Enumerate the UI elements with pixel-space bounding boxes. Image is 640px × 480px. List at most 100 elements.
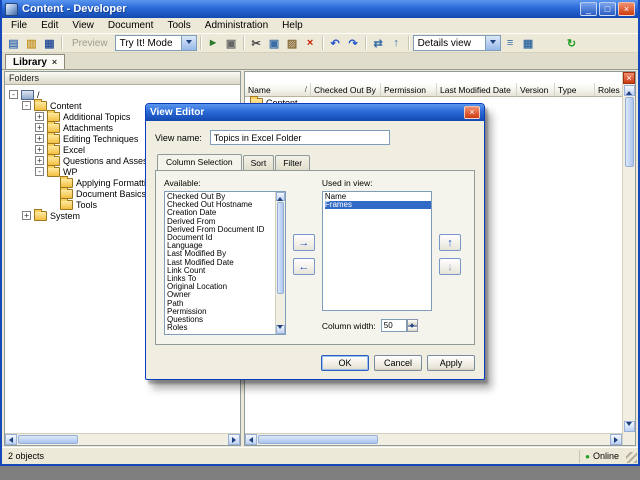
folder-icon [47,164,60,177]
tab-filter[interactable]: Filter [275,155,311,171]
remove-column-button[interactable]: ← [292,258,315,275]
list-hscrollbar[interactable] [245,433,622,445]
scroll-left-button[interactable] [245,434,257,445]
new-document-icon[interactable]: ▤ [5,35,22,51]
view-name-input[interactable] [209,130,390,145]
expander-plus-icon[interactable]: + [35,112,44,121]
pane-close-button[interactable]: × [623,72,635,84]
ok-button[interactable]: OK [321,355,369,371]
list-vscrollbar[interactable] [623,84,635,445]
minimize-button[interactable]: _ [580,2,597,16]
dialog-close-button[interactable]: × [464,106,480,119]
expander-plus-icon[interactable]: + [35,123,44,132]
tab-column-selection[interactable]: Column Selection [157,154,242,170]
online-label: Online [592,451,619,461]
copy-icon[interactable]: ▣ [266,35,283,51]
cut-icon[interactable]: ✂ [248,35,265,51]
move-up-button[interactable]: ↑ [439,234,461,251]
refresh-icon[interactable]: ↻ [563,35,580,51]
column-selection-panel: Available: Checked Out By Checked Out Ho… [155,170,475,345]
expander-minus-icon[interactable]: - [9,90,18,99]
details-view-combo[interactable]: Details view [412,35,501,51]
folders-hscrollbar[interactable] [5,433,240,445]
available-scrollbar[interactable] [274,192,285,334]
column-header-checked-out-by[interactable]: Checked Out By [311,83,381,97]
list-item[interactable]: Owner [167,291,275,299]
chevron-down-icon[interactable] [180,36,196,50]
menu-document[interactable]: Document [101,19,161,32]
paste-icon[interactable]: ▨ [284,35,301,51]
used-listbox[interactable]: Name Frames [321,191,432,311]
menu-file[interactable]: File [4,19,34,32]
tree-item-label: Attachments [63,122,114,133]
move-down-button[interactable]: ↓ [439,258,461,275]
chevron-down-icon[interactable] [484,36,500,50]
scroll-thumb[interactable] [18,435,78,444]
list-item[interactable]: Roles [167,324,275,332]
list-side-rail: × [622,72,635,445]
preview-button[interactable]: Preview [66,38,114,49]
menu-tools[interactable]: Tools [160,19,197,32]
status-online-indicator: ● Online [579,449,624,463]
expander-plus-icon[interactable]: + [35,134,44,143]
column-header-roles[interactable]: Roles [595,83,622,97]
reorder-buttons: ↑ ↓ [434,178,466,335]
expander-plus-icon[interactable]: + [35,156,44,165]
apply-button[interactable]: Apply [427,355,475,371]
scroll-down-button[interactable] [623,421,635,432]
expander-plus-icon[interactable]: + [22,211,31,220]
save-icon[interactable]: ▦ [41,35,58,51]
tree-item-label: Tools [76,199,98,210]
list-item-selected[interactable]: Frames [324,200,431,210]
link-icon[interactable]: ⇄ [370,35,387,51]
scroll-thumb[interactable] [624,97,634,167]
cancel-button[interactable]: Cancel [374,355,422,371]
list-view-icon[interactable]: ≡ [502,35,519,51]
scroll-thumb[interactable] [258,435,378,444]
scroll-right-button[interactable] [228,434,240,445]
delete-icon[interactable]: × [302,35,319,51]
column-width-input[interactable] [380,319,407,332]
scroll-left-button[interactable] [5,434,17,445]
expander-minus-icon[interactable]: - [22,101,31,110]
tab-close-icon[interactable]: × [52,57,57,67]
redo-icon[interactable]: ↷ [345,35,362,51]
undo-icon[interactable]: ↶ [327,35,344,51]
tab-sort[interactable]: Sort [242,155,275,171]
menu-view[interactable]: View [65,19,101,32]
column-header-permission[interactable]: Permission [381,83,437,97]
scroll-up-button[interactable] [623,85,635,96]
scroll-up-button[interactable] [275,192,285,201]
menu-administration[interactable]: Administration [198,19,275,32]
expander-plus-icon[interactable]: + [35,145,44,154]
play-icon[interactable]: ► [205,35,222,51]
dialog-tabs: Column Selection Sort Filter [155,154,475,171]
add-column-button[interactable]: → [292,234,315,251]
view-name-row: View name: [155,130,475,145]
column-header-version[interactable]: Version [517,83,555,97]
scroll-right-button[interactable] [610,434,622,445]
scroll-thumb[interactable] [276,202,284,294]
scroll-down-button[interactable] [275,325,285,334]
grid-view-icon[interactable]: ▦ [520,35,537,51]
used-in-view-label: Used in view: [321,178,373,188]
column-header-label: Name [248,84,271,95]
column-header-name[interactable]: Name / [245,83,311,97]
close-button[interactable]: × [618,2,635,16]
resize-grip[interactable] [626,452,637,463]
up-level-icon[interactable]: ↑ [388,35,405,51]
column-header-last-modified-date[interactable]: Last Modified Date [437,83,517,97]
open-folder-icon[interactable]: ▥ [23,35,40,51]
menu-edit[interactable]: Edit [34,19,65,32]
expander-minus-icon[interactable]: - [35,167,44,176]
print-icon[interactable]: ▣ [223,35,240,51]
maximize-button[interactable]: □ [599,2,616,16]
spin-down-button[interactable] [406,325,418,332]
menu-help[interactable]: Help [275,19,310,32]
tab-library[interactable]: Library × [5,54,66,69]
available-listbox[interactable]: Checked Out By Checked Out Hostname Crea… [164,191,286,335]
tryit-mode-combo[interactable]: Try It! Mode [114,35,197,51]
used-column: Used in view: Name Frames Column width: [321,178,432,335]
column-width-spinner [380,319,418,332]
column-header-type[interactable]: Type [555,83,595,97]
